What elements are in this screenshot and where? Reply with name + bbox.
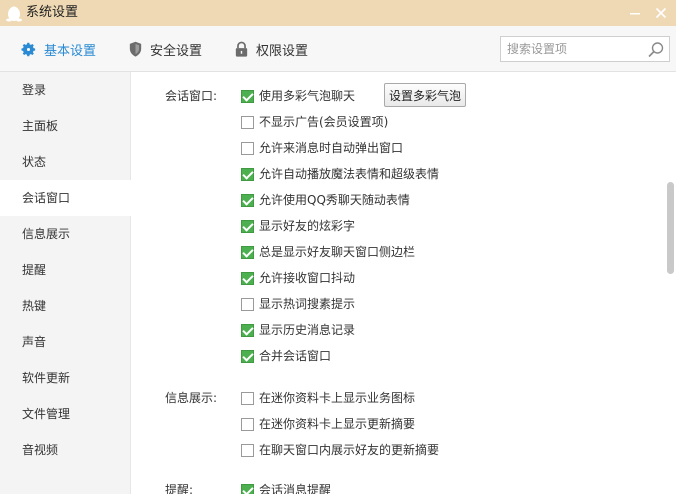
set-colorful-bubble-button[interactable]: 设置多彩气泡 xyxy=(384,83,466,107)
option-show-history[interactable]: 显示历史消息记录 xyxy=(241,322,355,338)
checkbox[interactable] xyxy=(241,89,254,103)
option-window-shake[interactable]: 允许接收窗口抖动 xyxy=(241,270,355,286)
checkbox[interactable] xyxy=(241,349,254,363)
sidebar-item-software-update[interactable]: 软件更新 xyxy=(0,360,131,396)
shield-icon xyxy=(129,41,142,57)
scrollbar-thumb[interactable] xyxy=(667,182,674,274)
settings-toolbar: 基本设置 安全设置 权限设置 xyxy=(0,26,676,72)
checkbox[interactable] xyxy=(241,245,254,259)
checkbox[interactable] xyxy=(241,167,254,181)
option-qqshow-emoji[interactable]: 允许使用QQ秀聊天随动表情 xyxy=(241,192,410,208)
option-colorful-text[interactable]: 显示好友的炫彩字 xyxy=(241,218,355,234)
tab-permission-settings[interactable]: 权限设置 xyxy=(234,39,308,59)
content-scrollbar[interactable] xyxy=(667,72,676,494)
sidebar-item-main-panel[interactable]: 主面板 xyxy=(0,108,131,144)
checkbox[interactable] xyxy=(241,193,254,207)
sidebar: 登录 主面板 状态 会话窗口 信息展示 提醒 热键 声音 软件更新 文件管理 音… xyxy=(0,72,131,494)
title-bar: 系统设置 xyxy=(0,0,676,26)
settings-content: 会话窗口: 使用多彩气泡聊天 设置多彩气泡 不显示广告(会员设置项) 允许来消息… xyxy=(131,72,676,494)
sidebar-item-chat-window[interactable]: 会话窗口 xyxy=(0,180,131,216)
option-auto-popup-window[interactable]: 允许来消息时自动弹出窗口 xyxy=(241,140,403,156)
checkbox[interactable] xyxy=(241,443,254,457)
checkbox[interactable] xyxy=(241,219,254,233)
checkbox[interactable] xyxy=(241,483,254,494)
section-label-reminders: 提醒: xyxy=(165,483,194,494)
tab-basic-settings-label: 基本设置 xyxy=(44,43,97,59)
checkbox[interactable] xyxy=(241,297,254,311)
search-input[interactable] xyxy=(501,37,641,61)
section-label-info-display: 信息展示: xyxy=(165,391,218,405)
option-colorful-bubble[interactable]: 使用多彩气泡聊天 xyxy=(241,88,355,104)
checkbox[interactable] xyxy=(241,323,254,337)
checkbox[interactable] xyxy=(241,115,254,129)
search-box xyxy=(500,36,670,62)
sidebar-item-file-management[interactable]: 文件管理 xyxy=(0,396,131,432)
checkbox[interactable] xyxy=(241,141,254,155)
window-title: 系统设置 xyxy=(26,5,79,20)
tab-basic-settings[interactable]: 基本设置 xyxy=(20,39,96,59)
checkbox[interactable] xyxy=(241,391,254,405)
lock-icon xyxy=(235,41,248,57)
search-icon[interactable] xyxy=(647,41,665,59)
option-show-sidebar[interactable]: 总是显示好友聊天窗口侧边栏 xyxy=(241,244,415,260)
sidebar-item-hotkeys[interactable]: 热键 xyxy=(0,288,131,324)
option-mini-card-icons[interactable]: 在迷你资料卡上显示业务图标 xyxy=(241,390,415,406)
close-icon[interactable] xyxy=(652,4,670,22)
option-chat-window-summary[interactable]: 在聊天窗口内展示好友的更新摘要 xyxy=(241,442,439,458)
section-label-chat-window: 会话窗口: xyxy=(165,89,218,103)
tab-security-settings-label: 安全设置 xyxy=(150,43,203,59)
sidebar-item-info-display[interactable]: 信息展示 xyxy=(0,216,131,252)
option-mini-card-summary[interactable]: 在迷你资料卡上显示更新摘要 xyxy=(241,416,415,432)
tab-permission-settings-label: 权限设置 xyxy=(256,43,309,59)
penguin-icon xyxy=(6,6,22,22)
sidebar-item-login[interactable]: 登录 xyxy=(0,72,131,108)
sidebar-item-sound[interactable]: 声音 xyxy=(0,324,131,360)
sidebar-item-reminders[interactable]: 提醒 xyxy=(0,252,131,288)
option-hide-ads[interactable]: 不显示广告(会员设置项) xyxy=(241,114,388,130)
gear-icon xyxy=(21,42,36,56)
sidebar-item-status[interactable]: 状态 xyxy=(0,144,131,180)
option-merge-windows[interactable]: 合并会话窗口 xyxy=(241,348,331,364)
option-message-reminder[interactable]: 会话消息提醒 xyxy=(241,482,331,494)
tab-security-settings[interactable]: 安全设置 xyxy=(128,39,202,59)
checkbox[interactable] xyxy=(241,271,254,285)
checkbox[interactable] xyxy=(241,417,254,431)
sidebar-item-audio-video[interactable]: 音视频 xyxy=(0,432,131,468)
option-autoplay-magic-emoji[interactable]: 允许自动播放魔法表情和超级表情 xyxy=(241,166,439,182)
minimize-icon[interactable] xyxy=(626,4,644,22)
option-hot-search-tips[interactable]: 显示热词搜素提示 xyxy=(241,296,355,312)
